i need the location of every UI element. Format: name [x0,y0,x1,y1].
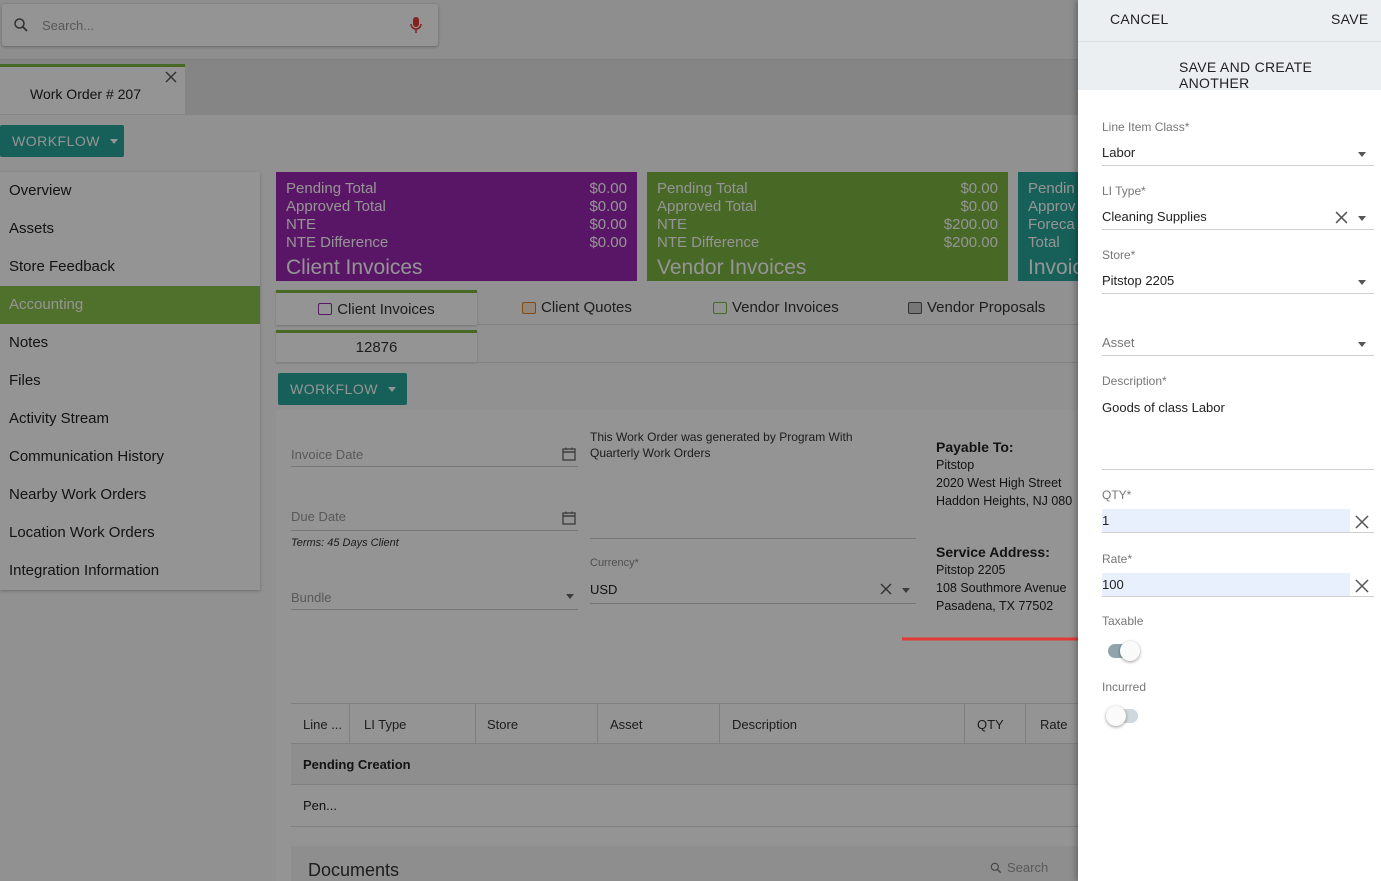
qty-label: QTY* [1102,488,1132,502]
select-value: Labor [1102,145,1136,160]
cancel-button[interactable]: CANCEL [1110,11,1169,27]
panel-action-divider [1078,41,1381,42]
clear-icon[interactable] [1355,579,1369,593]
li-type-label: LI Type* [1102,184,1146,198]
dropdown-arrow-icon [1358,152,1366,157]
line-item-class-select[interactable]: Labor [1102,142,1374,166]
clear-icon[interactable] [1335,211,1348,224]
line-item-panel: CANCEL SAVE SAVE AND CREATE ANOTHER Line… [1078,0,1381,881]
modal-backdrop[interactable] [0,0,1078,881]
select-value: Cleaning Supplies [1102,209,1207,224]
taxable-toggle[interactable] [1108,641,1140,661]
dropdown-arrow-icon [1358,280,1366,285]
line-item-class-label: Line Item Class* [1102,120,1190,134]
store-select[interactable]: Pitstop 2205 [1102,270,1374,294]
save-and-create-another-button[interactable]: SAVE AND CREATE ANOTHER [1179,59,1381,91]
select-value: Pitstop 2205 [1102,273,1175,288]
asset-label: Asset [1102,335,1135,350]
rate-label: Rate* [1102,552,1133,566]
toggle-knob [1106,706,1126,726]
dropdown-arrow-icon [1358,216,1366,221]
qty-input[interactable]: 1 [1102,509,1350,533]
description-textarea[interactable]: Goods of class Labor [1102,400,1374,470]
dropdown-arrow-icon [1358,342,1366,347]
store-label: Store* [1102,248,1136,262]
taxable-label: Taxable [1102,614,1144,628]
toggle-knob [1120,641,1140,661]
red-arrow-annotation [902,627,1106,651]
asset-select[interactable]: Asset [1102,332,1374,356]
incurred-label: Incurred [1102,680,1147,694]
clear-icon[interactable] [1355,515,1369,529]
description-label: Description* [1102,374,1167,388]
li-type-select[interactable]: Cleaning Supplies [1102,206,1374,230]
incurred-toggle[interactable] [1106,706,1138,726]
rate-input[interactable]: 100 [1102,573,1350,597]
save-button[interactable]: SAVE [1331,11,1369,27]
